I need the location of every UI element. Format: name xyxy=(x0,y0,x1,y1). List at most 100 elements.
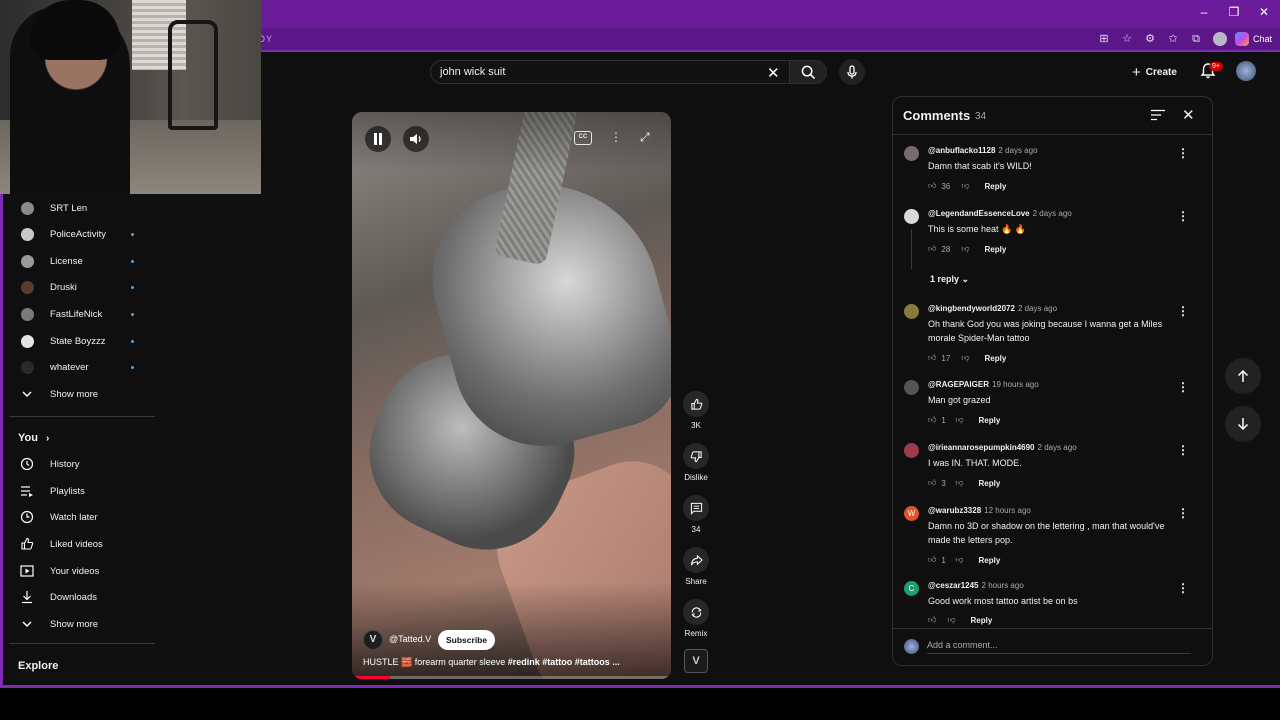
like-comment-icon[interactable]: 👍︎ xyxy=(928,181,936,191)
search-input[interactable]: john wick suit ✕ xyxy=(430,60,790,84)
comment-author-line[interactable]: @RAGEPAIGER 19 hours ago xyxy=(928,380,1039,389)
comments-button[interactable] xyxy=(683,495,709,521)
dislike-comment-icon[interactable]: 👎︎ xyxy=(961,181,969,191)
reply-button[interactable]: Reply xyxy=(985,354,1007,363)
share-action[interactable]: Share xyxy=(683,547,709,586)
comment-author-line[interactable]: @ceszar1245 2 hours ago xyxy=(928,581,1024,590)
commenter-avatar[interactable] xyxy=(904,146,919,161)
restore-icon[interactable]: ❐ xyxy=(1226,5,1242,19)
browser-profile-avatar[interactable] xyxy=(1213,32,1227,46)
sort-icon[interactable] xyxy=(1151,109,1165,121)
share-button[interactable] xyxy=(683,547,709,573)
like-action[interactable]: 3K xyxy=(683,391,709,430)
commenter-avatar[interactable] xyxy=(904,380,919,395)
commenter-avatar[interactable] xyxy=(904,443,919,458)
shorts-video-player[interactable]: CC ⋮ ⤢ V @Tatted.V Subscribe HUSTLE 🧱 fo… xyxy=(352,112,671,679)
dislike-comment-icon[interactable]: 👎︎ xyxy=(961,244,969,254)
sidebar-item-history[interactable]: History xyxy=(3,451,156,477)
sidebar-item-liked-videos[interactable]: Liked videos xyxy=(3,531,156,557)
like-comment-icon[interactable]: 👍︎ xyxy=(928,415,936,425)
dislike-comment-icon[interactable]: 👎︎ xyxy=(947,615,955,625)
reply-button[interactable]: Reply xyxy=(979,556,1001,565)
comment-author-line[interactable]: @anbuflacko1128 2 days ago xyxy=(928,146,1038,155)
sidebar-show-more[interactable]: Show more xyxy=(3,381,156,407)
more-options-icon[interactable]: ⋮ xyxy=(610,130,622,144)
sidebar-show-more[interactable]: Show more xyxy=(3,611,156,637)
like-button[interactable] xyxy=(683,391,709,417)
add-comment-input[interactable]: Add a comment... xyxy=(927,640,1191,654)
reply-button[interactable]: Reply xyxy=(985,245,1007,254)
comment-author-line[interactable]: @LegendandEssenceLove 2 days ago xyxy=(928,209,1072,218)
like-comment-icon[interactable]: 👍︎ xyxy=(928,478,936,488)
dislike-comment-icon[interactable]: 👎︎ xyxy=(955,415,963,425)
video-title[interactable]: HUSTLE 🧱 forearm quarter sleeve #redink … xyxy=(363,657,663,668)
dislike-action[interactable]: Dislike xyxy=(683,443,709,482)
comment-menu-icon[interactable]: ⋮ xyxy=(1177,443,1189,457)
pause-button[interactable] xyxy=(365,126,391,152)
volume-button[interactable] xyxy=(403,126,429,152)
favorites-icon[interactable]: ✩ xyxy=(1167,33,1179,45)
sidebar-item-subscription[interactable]: PoliceActivity xyxy=(3,221,156,247)
comments-action[interactable]: 34 xyxy=(683,495,709,534)
search-button[interactable] xyxy=(789,60,827,84)
copilot-chat-button[interactable]: Chat xyxy=(1234,32,1272,46)
reply-button[interactable]: Reply xyxy=(979,479,1001,488)
comment-menu-icon[interactable]: ⋮ xyxy=(1177,581,1189,595)
dislike-comment-icon[interactable]: 👎︎ xyxy=(961,353,969,363)
reply-button[interactable]: Reply xyxy=(979,416,1001,425)
collections-icon[interactable]: ⧉ xyxy=(1190,33,1202,45)
voice-search-button[interactable] xyxy=(839,59,865,85)
apps-icon[interactable]: ⊞ xyxy=(1098,33,1110,45)
clear-search-icon[interactable]: ✕ xyxy=(767,64,780,82)
commenter-avatar[interactable] xyxy=(904,209,919,224)
like-comment-icon[interactable]: 👍︎ xyxy=(928,244,936,254)
minimize-icon[interactable]: – xyxy=(1196,5,1212,19)
dislike-comment-icon[interactable]: 👎︎ xyxy=(955,555,963,565)
you-section-heading[interactable]: You › xyxy=(18,432,49,444)
sidebar-item-subscription[interactable]: FastLifeNick xyxy=(3,301,156,327)
sound-thumbnail[interactable]: V xyxy=(684,649,708,673)
captions-button[interactable]: CC xyxy=(574,131,592,145)
comment-author-line[interactable]: @kingbendyworld2072 2 days ago xyxy=(928,304,1057,313)
close-window-icon[interactable]: ✕ xyxy=(1256,5,1272,19)
extensions-icon[interactable]: ⚙ xyxy=(1144,33,1156,45)
remix-button[interactable] xyxy=(683,599,709,625)
close-comments-icon[interactable]: ✕ xyxy=(1182,106,1195,124)
remix-action[interactable]: Remix xyxy=(683,599,709,638)
next-short-button[interactable] xyxy=(1225,406,1261,442)
sidebar-item-your-videos[interactable]: Your videos xyxy=(3,558,156,584)
commenter-avatar[interactable] xyxy=(904,304,919,319)
sidebar-item-subscription[interactable]: Druski xyxy=(3,274,156,300)
sidebar-item-watch-later[interactable]: Watch later xyxy=(3,504,156,530)
sidebar-item-playlists[interactable]: Playlists xyxy=(3,478,156,504)
video-progress-bar[interactable] xyxy=(352,676,671,679)
comment-author-line[interactable]: @warubz3328 12 hours ago xyxy=(928,506,1031,515)
video-title-hashtags[interactable]: #redink #tattoo #tattoos ... xyxy=(508,657,620,667)
channel-handle[interactable]: @Tatted.V xyxy=(389,634,431,644)
commenter-avatar[interactable]: C xyxy=(904,581,919,596)
comment-menu-icon[interactable]: ⋮ xyxy=(1177,380,1189,394)
fullscreen-icon[interactable]: ⤢ xyxy=(640,130,650,145)
comment-menu-icon[interactable]: ⋮ xyxy=(1177,506,1189,520)
comment-menu-icon[interactable]: ⋮ xyxy=(1177,146,1189,160)
like-comment-icon[interactable]: 👍︎ xyxy=(928,353,936,363)
replies-toggle[interactable]: 1 reply ⌄ xyxy=(930,274,969,285)
reply-button[interactable]: Reply xyxy=(971,616,993,625)
create-button[interactable]: + Create xyxy=(1124,59,1188,85)
dislike-comment-icon[interactable]: 👎︎ xyxy=(955,478,963,488)
subscribe-button[interactable]: Subscribe xyxy=(438,630,496,650)
commenter-avatar[interactable]: W xyxy=(904,506,919,521)
favorite-star-icon[interactable]: ☆ xyxy=(1121,33,1133,45)
comment-menu-icon[interactable]: ⋮ xyxy=(1177,209,1189,223)
channel-avatar[interactable]: V xyxy=(363,630,383,650)
comment-author-line[interactable]: @irieannarosepumpkin4690 2 days ago xyxy=(928,443,1077,452)
sidebar-item-subscription[interactable]: whatever xyxy=(3,354,156,380)
dislike-button[interactable] xyxy=(683,443,709,469)
comment-menu-icon[interactable]: ⋮ xyxy=(1177,304,1189,318)
previous-short-button[interactable] xyxy=(1225,358,1261,394)
sidebar-item-downloads[interactable]: Downloads xyxy=(3,584,156,610)
like-comment-icon[interactable]: 👍︎ xyxy=(928,555,936,565)
sidebar-item-subscription[interactable]: License xyxy=(3,248,156,274)
sidebar-item-subscription[interactable]: State Boyzzz xyxy=(3,328,156,354)
account-avatar[interactable] xyxy=(1236,61,1256,81)
